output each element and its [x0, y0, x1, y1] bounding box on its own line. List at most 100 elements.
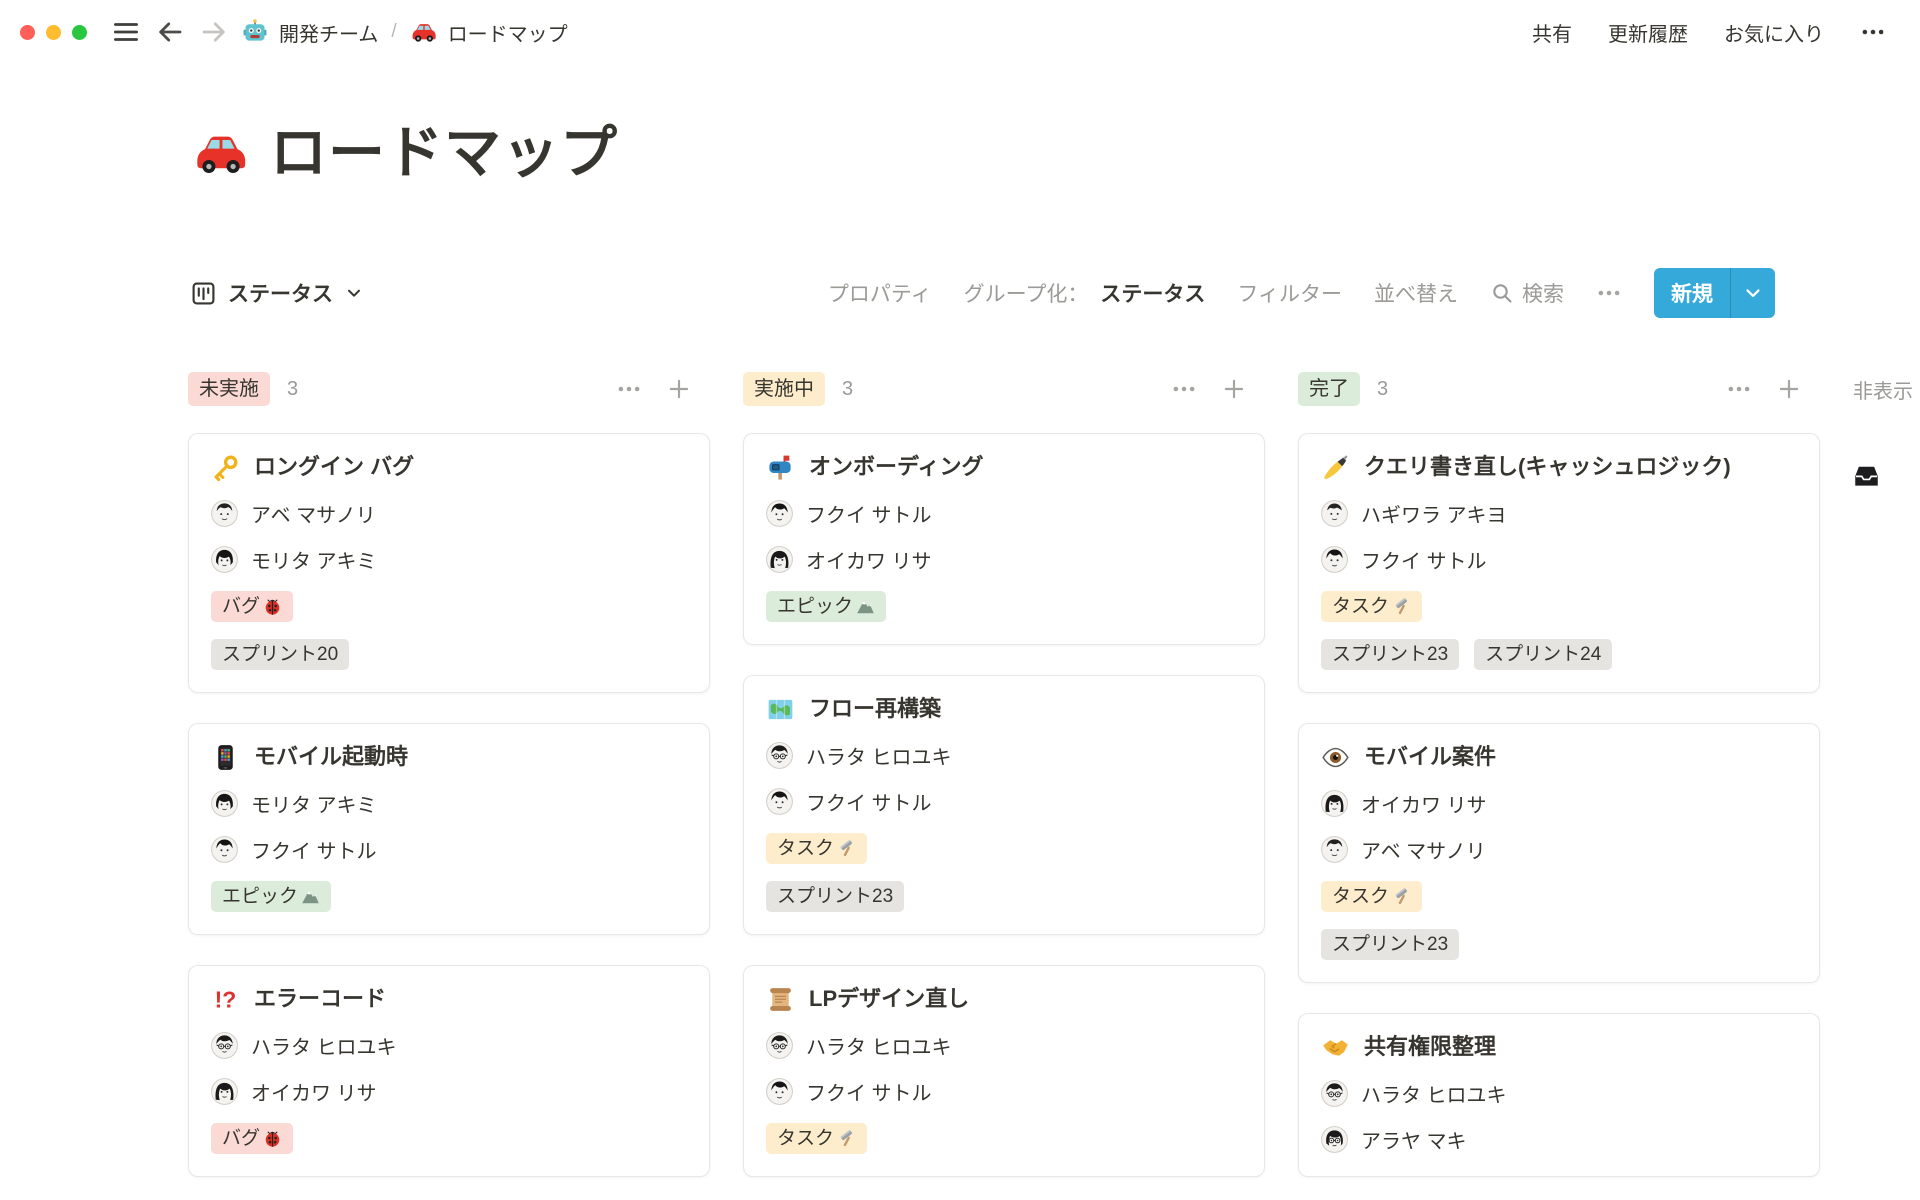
card-title-text: オンボーディング: [809, 452, 983, 482]
assignee-name: フクイ サトル: [806, 1077, 932, 1106]
kanban-card[interactable]: ロングイン バグアベ マサノリモリタ アキミバグスプリント20: [188, 433, 710, 693]
topbar-actions: 共有 更新履歴 お気に入り: [1532, 18, 1886, 47]
map-icon: [766, 695, 795, 724]
tag-row: タスク: [1321, 591, 1797, 622]
board-view-icon: [190, 280, 217, 307]
column-count: 3: [842, 378, 853, 401]
view-more-options-icon[interactable]: [1596, 280, 1622, 306]
card-title-text: モバイル起動時: [254, 742, 408, 772]
card-title: 共有権限整理: [1321, 1032, 1797, 1062]
assignee-name: フクイ サトル: [806, 787, 932, 816]
board-column-実施中: 実施中3オンボーディングフクイ サトルオイカワ リサエピックフロー再構築ハラタ …: [743, 372, 1265, 1177]
tag-pill: スプリント23: [766, 881, 904, 912]
sort-button[interactable]: 並べ替え: [1374, 278, 1458, 308]
ladybug-icon: [263, 1129, 282, 1148]
kanban-board: 未実施3ロングイン バグアベ マサノリモリタ アキミバグスプリント20モバイル起…: [188, 372, 1920, 1177]
column-cards: オンボーディングフクイ サトルオイカワ リサエピックフロー再構築ハラタ ヒロユキ…: [743, 433, 1265, 1177]
avatar: [211, 1078, 238, 1105]
group-by-value: ステータス: [1100, 278, 1205, 308]
share-button[interactable]: 共有: [1532, 18, 1572, 47]
kanban-card[interactable]: モバイル案件オイカワ リサアベ マサノリタスクスプリント23: [1298, 723, 1820, 983]
assignee-name: オイカワ リサ: [806, 545, 932, 574]
tag-label: タスク: [777, 1127, 834, 1150]
tag-pill: スプリント23: [1321, 639, 1459, 670]
column-more-icon[interactable]: [616, 376, 642, 402]
card-title: モバイル起動時: [211, 742, 687, 772]
view-tab-label: ステータス: [228, 278, 333, 308]
column-actions: [1171, 376, 1247, 402]
tag-label: バグ: [222, 1127, 260, 1150]
tag-label: タスク: [777, 837, 834, 860]
search-label: 検索: [1522, 278, 1564, 308]
tag-label: スプリント20: [222, 643, 338, 666]
avatar: [211, 836, 238, 863]
breadcrumb-page[interactable]: ロードマップ: [410, 18, 568, 47]
favorite-button[interactable]: お気に入り: [1724, 18, 1824, 47]
new-button-label: 新規: [1654, 268, 1730, 318]
board-column-未実施: 未実施3ロングイン バグアベ マサノリモリタ アキミバグスプリント20モバイル起…: [188, 372, 710, 1177]
view-tab-status[interactable]: ステータス: [190, 278, 364, 308]
back-icon[interactable]: [155, 17, 185, 47]
card-title-text: ロングイン バグ: [254, 452, 414, 482]
hidden-groups-label[interactable]: 非表示: [1853, 375, 1913, 404]
kanban-card[interactable]: 共有権限整理ハラタ ヒロユキアラヤ マキ: [1298, 1013, 1820, 1177]
more-options-icon[interactable]: [1860, 19, 1886, 45]
assignee-row: アベ マサノリ: [1321, 835, 1797, 864]
close-window-button[interactable]: [20, 25, 35, 40]
new-button-dropdown[interactable]: [1730, 268, 1775, 318]
assignee-row: アベ マサノリ: [211, 499, 687, 528]
breadcrumb: 開発チーム / ロードマップ: [241, 18, 568, 47]
kanban-card[interactable]: モバイル起動時モリタ アキミフクイ サトルエピック: [188, 723, 710, 935]
group-by-label: グループ化：: [964, 278, 1089, 308]
avatar: [1321, 790, 1348, 817]
status-badge: 完了: [1298, 372, 1360, 406]
key-icon: [211, 453, 240, 482]
avatar: [1321, 836, 1348, 863]
kanban-card[interactable]: フロー再構築ハラタ ヒロユキフクイ サトルタスクスプリント23: [743, 675, 1265, 935]
kanban-card[interactable]: !?エラーコードハラタ ヒロユキオイカワ リサバグ: [188, 965, 710, 1177]
assignee-row: ハラタ ヒロユキ: [766, 741, 1242, 770]
view-controls: プロパティ グループ化： ステータス フィルター 並べ替え 検索 新規: [828, 268, 1775, 318]
search-button[interactable]: 検索: [1490, 278, 1564, 308]
hidden-group-item[interactable]: [1853, 462, 1920, 489]
mountain-icon: [856, 597, 875, 616]
tag-label: エピック: [222, 885, 298, 908]
assignee-row: フクイ サトル: [766, 1077, 1242, 1106]
filter-button[interactable]: フィルター: [1237, 278, 1342, 308]
column-more-icon[interactable]: [1726, 376, 1752, 402]
avatar: [766, 500, 793, 527]
group-by-button[interactable]: グループ化： ステータス: [964, 278, 1206, 308]
zoom-window-button[interactable]: [72, 25, 87, 40]
breadcrumb-workspace[interactable]: 開発チーム: [241, 18, 378, 47]
add-card-icon[interactable]: [1221, 376, 1247, 402]
tag-label: エピック: [777, 595, 853, 618]
assignee-row: オイカワ リサ: [211, 1077, 687, 1106]
kanban-card[interactable]: LPデザイン直しハラタ ヒロユキフクイ サトルタスク: [743, 965, 1265, 1177]
assignee-row: オイカワ リサ: [766, 545, 1242, 574]
page-header: ロードマップ: [192, 118, 1775, 188]
assignee-name: フクイ サトル: [251, 835, 377, 864]
avatar: [1321, 500, 1348, 527]
car-icon: [410, 18, 438, 46]
column-header: 未実施3: [188, 372, 710, 406]
tag-row: タスク: [1321, 881, 1797, 912]
minimize-window-button[interactable]: [46, 25, 61, 40]
avatar: [1321, 1080, 1348, 1107]
add-card-icon[interactable]: [666, 376, 692, 402]
assignee-name: アラヤ マキ: [1361, 1125, 1467, 1154]
updates-button[interactable]: 更新履歴: [1608, 18, 1688, 47]
kanban-card[interactable]: クエリ書き直し(キャッシュロジック)ハギワラ アキヨフクイ サトルタスクスプリン…: [1298, 433, 1820, 693]
kanban-card[interactable]: オンボーディングフクイ サトルオイカワ リサエピック: [743, 433, 1265, 645]
add-card-icon[interactable]: [1776, 376, 1802, 402]
tag-row: スプリント23: [1321, 929, 1797, 960]
properties-button[interactable]: プロパティ: [828, 278, 932, 308]
new-button[interactable]: 新規: [1654, 268, 1775, 318]
page-car-icon[interactable]: [192, 124, 250, 182]
sidebar-menu-icon[interactable]: [111, 17, 141, 47]
assignee-name: フクイ サトル: [1361, 545, 1487, 574]
tag-row: タスク: [766, 833, 1242, 864]
column-cards: クエリ書き直し(キャッシュロジック)ハギワラ アキヨフクイ サトルタスクスプリン…: [1298, 433, 1820, 1177]
forward-icon[interactable]: [199, 17, 229, 47]
tag-label: スプリント23: [777, 885, 893, 908]
column-more-icon[interactable]: [1171, 376, 1197, 402]
